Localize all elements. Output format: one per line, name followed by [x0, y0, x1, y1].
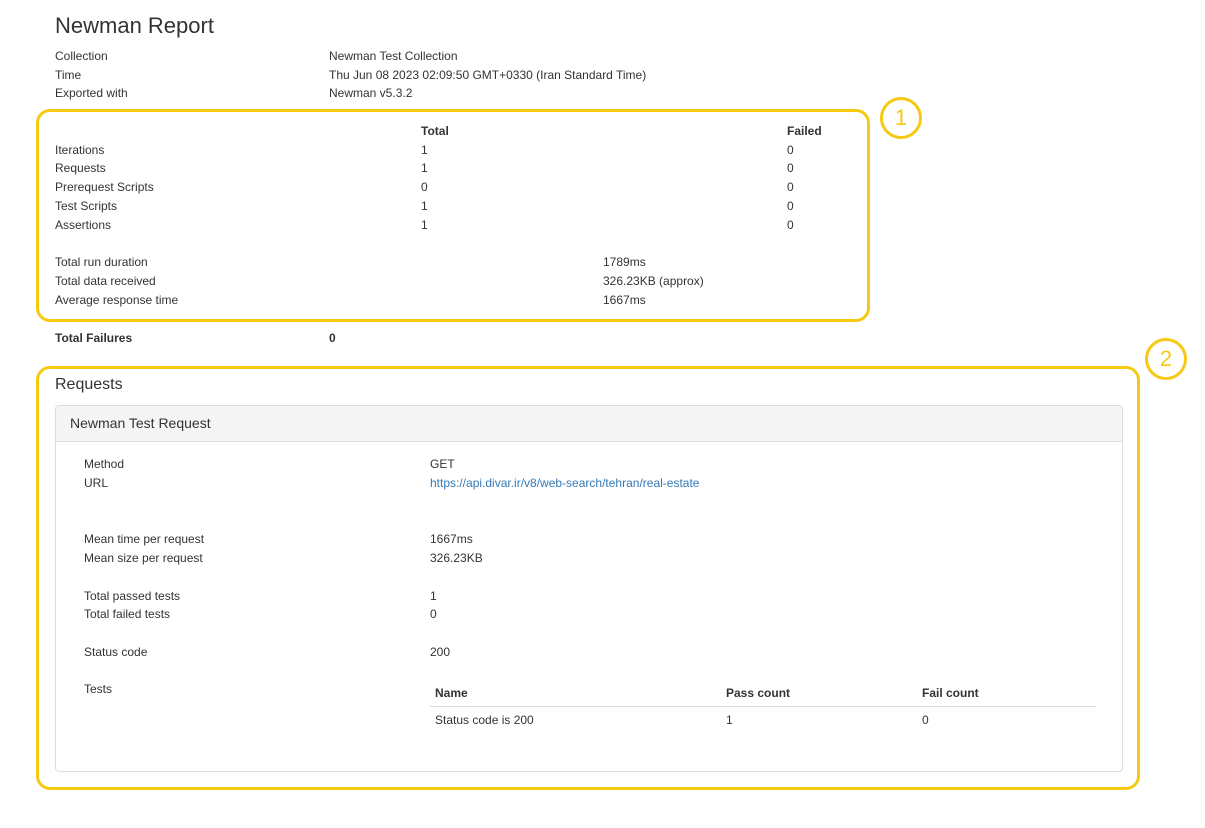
detail-label: Mean size per request — [84, 551, 203, 565]
detail-label: Total passed tests — [84, 589, 181, 603]
meta-value: Thu Jun 08 2023 02:09:50 GMT+0330 (Iran … — [329, 68, 647, 82]
summary-col-failed: Failed — [787, 124, 822, 138]
summary-row-prerequest-scripts: Prerequest Scripts 0 0 — [55, 180, 855, 198]
summary-label: Test Scripts — [55, 199, 118, 213]
page-title: Newman Report — [55, 13, 214, 38]
table-row: Status code is 200 1 0 — [430, 707, 1096, 734]
run-label: Total data received — [55, 274, 156, 288]
meta-row-collection: Collection Newman Test Collection — [55, 49, 755, 67]
detail-row-failed: Total failed tests 0 — [84, 607, 1084, 625]
detail-label: Status code — [84, 645, 148, 659]
summary-failed: 0 — [787, 199, 794, 213]
detail-row-mean-size: Mean size per request 326.23KB — [84, 551, 1084, 569]
summary-failed: 0 — [787, 161, 794, 175]
summary-row-iterations: Iterations 1 0 — [55, 143, 855, 161]
tests-table: Name Pass count Fail count Status code i… — [430, 682, 1096, 733]
meta-row-exported: Exported with Newman v5.3.2 — [55, 86, 755, 104]
summary-row-assertions: Assertions 1 0 — [55, 218, 855, 236]
detail-row-method: Method GET — [84, 457, 1084, 475]
annotation-marker-2: 2 — [1145, 338, 1187, 380]
test-name: Status code is 200 — [435, 713, 534, 727]
summary-row-requests: Requests 1 0 — [55, 161, 855, 179]
meta-label: Time — [55, 68, 82, 82]
summary-total: 1 — [421, 199, 428, 213]
detail-label: Mean time per request — [84, 532, 205, 546]
summary-failed: 0 — [787, 218, 794, 232]
summary-failed: 0 — [787, 143, 794, 157]
test-fail-count: 0 — [922, 713, 929, 727]
total-failures-label: Total Failures — [55, 331, 133, 345]
request-panel: Newman Test Request Method GET URL https… — [55, 405, 1123, 772]
passed-value: 1 — [430, 589, 437, 603]
run-value: 1667ms — [603, 293, 646, 307]
meta-label: Exported with — [55, 86, 128, 100]
detail-label: Method — [84, 457, 125, 471]
tests-col-pass: Pass count — [721, 682, 917, 707]
meta-value: Newman v5.3.2 — [329, 86, 413, 100]
meta-label: Collection — [55, 49, 108, 63]
annotation-marker-1: 1 — [880, 97, 922, 139]
tests-col-name: Name — [430, 682, 721, 707]
request-panel-title[interactable]: Newman Test Request — [56, 406, 1122, 442]
summary-label: Assertions — [55, 218, 112, 232]
detail-row-url: URL https://api.divar.ir/v8/web-search/t… — [84, 476, 1084, 494]
run-value: 326.23KB (approx) — [603, 274, 704, 288]
mean-time-value: 1667ms — [430, 532, 473, 546]
summary-header: Total Failed — [55, 124, 855, 142]
detail-row-mean-time: Mean time per request 1667ms — [84, 532, 1084, 550]
meta-value: Newman Test Collection — [329, 49, 458, 63]
detail-label: URL — [84, 476, 109, 490]
summary-total: 1 — [421, 161, 428, 175]
detail-row-status: Status code 200 — [84, 645, 1084, 663]
summary-col-total: Total — [421, 124, 449, 138]
total-failures-value: 0 — [329, 331, 336, 345]
failed-value: 0 — [430, 607, 437, 621]
tests-table-header: Name Pass count Fail count — [430, 682, 1096, 707]
url-link[interactable]: https://api.divar.ir/v8/web-search/tehra… — [430, 476, 699, 490]
run-value: 1789ms — [603, 255, 646, 269]
detail-label: Total failed tests — [84, 607, 171, 621]
method-value: GET — [430, 457, 455, 471]
summary-label: Requests — [55, 161, 106, 175]
summary-total: 1 — [421, 218, 428, 232]
summary-failed: 0 — [787, 180, 794, 194]
run-row-data-received: Total data received 326.23KB (approx) — [55, 274, 855, 292]
detail-label: Tests — [84, 682, 113, 696]
run-label: Total run duration — [55, 255, 148, 269]
test-pass-count: 1 — [726, 713, 733, 727]
summary-total: 1 — [421, 143, 428, 157]
detail-row-passed: Total passed tests 1 — [84, 589, 1084, 607]
run-row-duration: Total run duration 1789ms — [55, 255, 855, 273]
tests-col-fail: Fail count — [917, 682, 1096, 707]
summary-label: Iterations — [55, 143, 105, 157]
mean-size-value: 326.23KB — [430, 551, 483, 565]
requests-heading: Requests — [55, 376, 123, 393]
run-label: Average response time — [55, 293, 179, 307]
run-row-avg-response: Average response time 1667ms — [55, 293, 855, 311]
status-value: 200 — [430, 645, 451, 659]
summary-total: 0 — [421, 180, 428, 194]
summary-row-test-scripts: Test Scripts 1 0 — [55, 199, 855, 217]
summary-label: Prerequest Scripts — [55, 180, 154, 194]
meta-row-time: Time Thu Jun 08 2023 02:09:50 GMT+0330 (… — [55, 68, 755, 86]
